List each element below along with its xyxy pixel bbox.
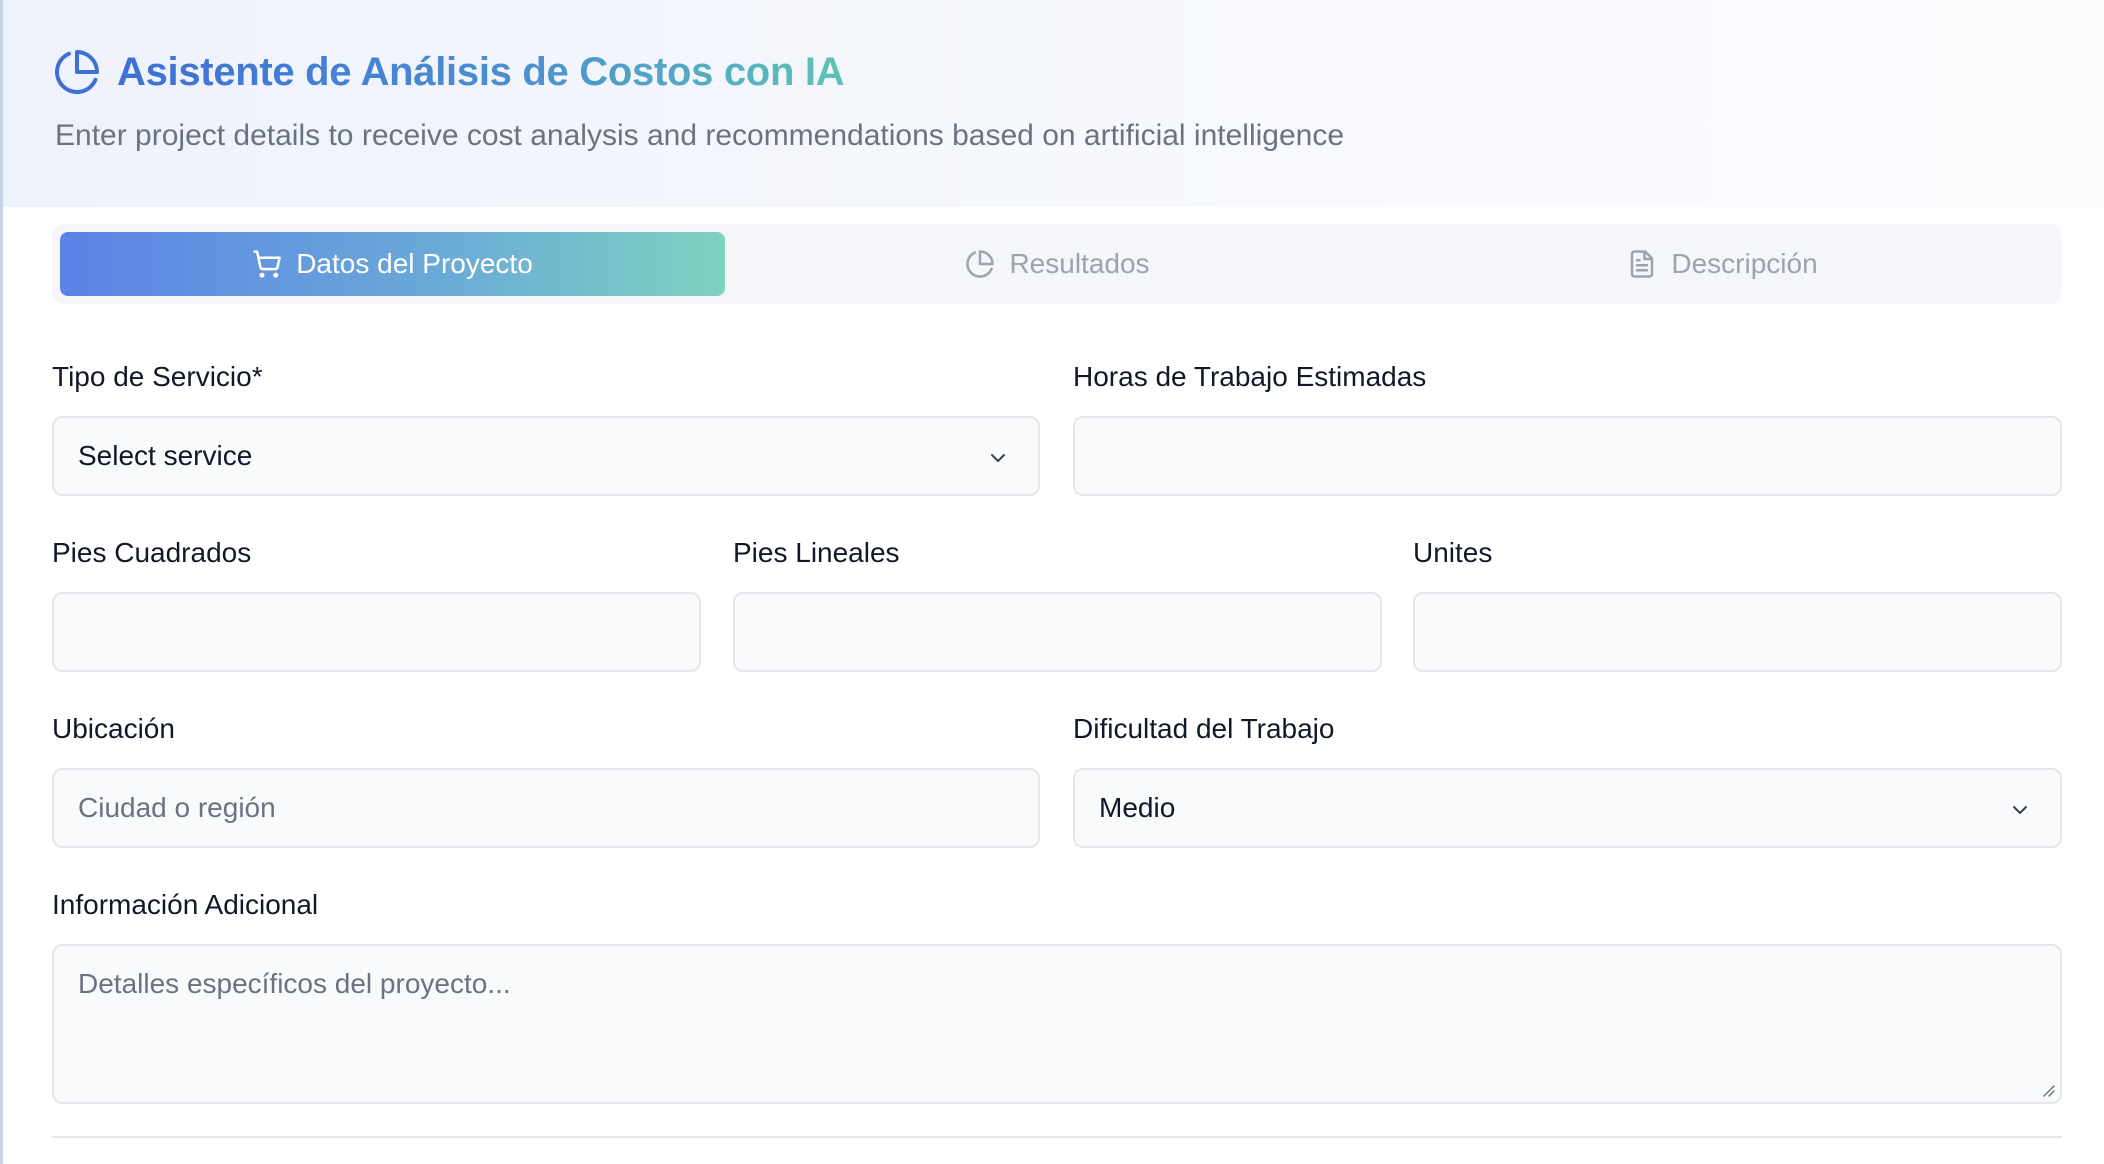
additional-info-placeholder: Detalles específicos del proyecto... [78,968,511,999]
hours-input[interactable] [1073,416,2062,496]
page-title: Asistente de Análisis de Costos con IA [117,50,845,94]
chevron-down-icon [2013,806,2027,814]
tab-resultados[interactable]: Resultados [725,232,1390,296]
service-type-label: Tipo de Servicio* [52,361,263,392]
tab-label: Resultados [1009,248,1150,279]
section-divider [52,1136,2062,1138]
resize-handle-icon[interactable] [2040,1082,2056,1098]
document-icon [1631,250,1654,278]
tab-datos-del-proyecto[interactable]: Datos del Proyecto [60,232,725,296]
linear-feet-label: Pies Lineales [733,537,900,568]
chevron-down-icon [991,454,1005,462]
difficulty-label: Dificultad del Trabajo [1073,713,1335,744]
square-feet-input[interactable] [52,592,701,672]
page-header: Asistente de Análisis de Costos con IA E… [3,0,2104,207]
linear-feet-input[interactable] [733,592,1382,672]
location-label: Ubicación [52,713,175,744]
tab-descripcion[interactable]: Descripción [1390,232,2055,296]
cart-icon [253,250,282,278]
additional-info-label: Información Adicional [52,889,319,920]
square-feet-label: Pies Cuadrados [52,537,252,568]
page-subtitle: Enter project details to receive cost an… [55,119,1345,152]
pie-chart-icon [966,250,995,278]
location-placeholder: Ciudad o región [78,792,276,823]
units-input[interactable] [1413,592,2062,672]
service-type-select[interactable]: Select service [52,416,1040,496]
hours-label: Horas de Trabajo Estimadas [1073,361,1427,392]
location-input[interactable]: Ciudad o región [52,768,1040,848]
pie-chart-icon [55,50,99,94]
units-label: Unites [1413,537,1493,568]
difficulty-value: Medio [1099,792,1176,823]
tab-label: Descripción [1671,248,1818,279]
additional-info-textarea[interactable]: Detalles específicos del proyecto... [52,944,2062,1104]
tab-bar: Datos del Proyecto Resultados Descripció… [52,224,2062,304]
difficulty-select[interactable]: Medio [1073,768,2062,848]
title-row: Asistente de Análisis de Costos con IA [53,48,845,96]
tab-label: Datos del Proyecto [296,248,533,279]
service-type-value: Select service [78,440,253,471]
